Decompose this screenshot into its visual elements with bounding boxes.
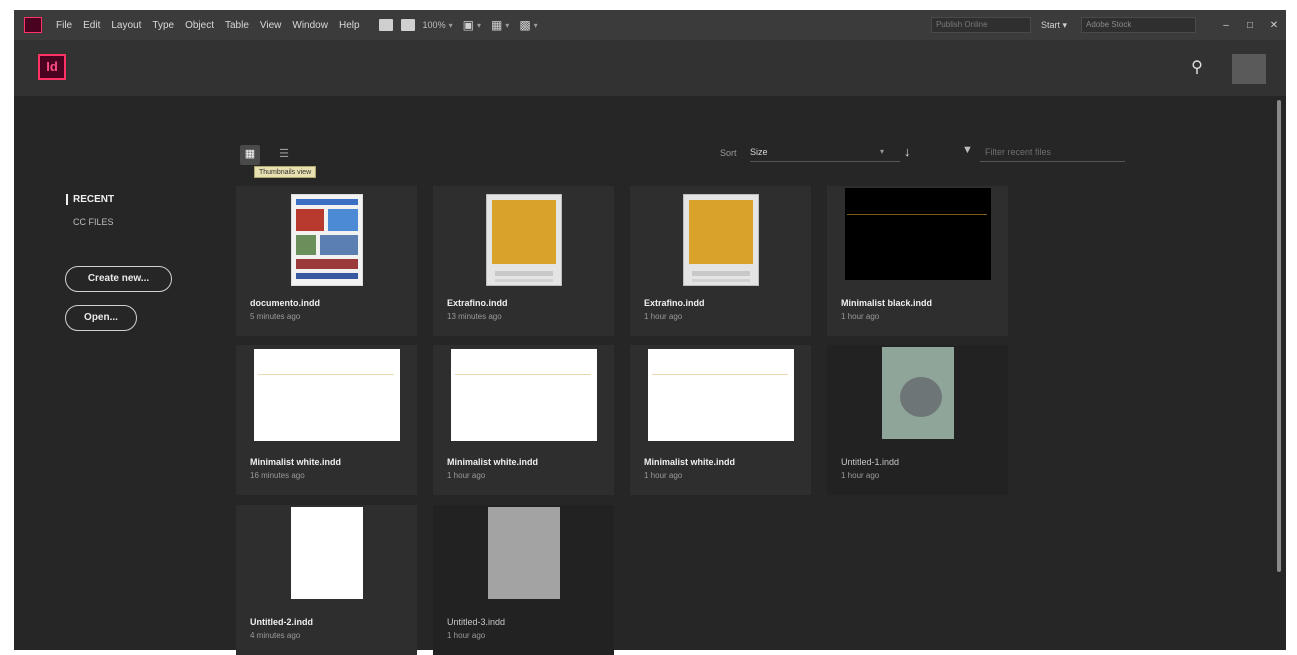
list-view-icon[interactable]: ☰ <box>274 145 294 165</box>
start-header: Id ⚲ <box>14 40 1286 96</box>
file-time: 1 hour ago <box>841 471 880 480</box>
view-options-dropdown-icon[interactable]: ▾ <box>477 21 481 30</box>
file-name: Minimalist white.indd <box>644 457 736 467</box>
file-name: Extrafino.indd <box>447 298 508 308</box>
sidebar-item-cc-files[interactable]: CC FILES <box>73 217 114 227</box>
file-time: 1 hour ago <box>447 471 486 480</box>
menu-edit[interactable]: Edit <box>83 20 100 31</box>
arrange-documents-icon[interactable]: ▩ <box>519 18 530 32</box>
file-thumbnail <box>450 349 597 441</box>
arrange-dropdown-icon[interactable]: ▾ <box>534 21 538 30</box>
file-time: 16 minutes ago <box>250 471 305 480</box>
file-card[interactable]: Minimalist white.indd 1 hour ago <box>433 345 614 495</box>
file-thumbnail <box>253 349 400 441</box>
file-card[interactable]: Untitled-3.indd 1 hour ago <box>433 505 614 655</box>
screen-mode-dropdown-icon[interactable]: ▾ <box>505 21 509 30</box>
file-name: Minimalist white.indd <box>447 457 539 467</box>
adobe-stock-search[interactable]: Adobe Stock <box>1081 17 1196 33</box>
file-thumbnail <box>487 507 560 599</box>
file-thumbnail <box>290 507 363 599</box>
search-icon[interactable]: ⚲ <box>1186 57 1208 79</box>
menu-help[interactable]: Help <box>339 20 360 31</box>
file-time: 1 hour ago <box>644 471 683 480</box>
menu-bar: File Edit Layout Type Object Table View … <box>14 10 1286 40</box>
file-name: Minimalist black.indd <box>841 298 933 308</box>
workspace-value: Start <box>1040 19 1060 30</box>
file-name: Untitled-3.indd <box>447 617 506 627</box>
file-card[interactable]: Untitled-1.indd 1 hour ago <box>827 345 1008 495</box>
sort-label: Sort <box>720 148 737 158</box>
app-menu-icon[interactable] <box>24 17 42 33</box>
view-tooltip: Thumbnails view <box>254 166 317 178</box>
minimize-button[interactable]: – <box>1214 20 1238 31</box>
menu-table[interactable]: Table <box>225 20 249 31</box>
menu-type[interactable]: Type <box>152 20 174 31</box>
close-button[interactable]: ✕ <box>1262 20 1286 31</box>
file-thumbnail <box>485 194 562 286</box>
filter-icon: ▼ <box>962 144 973 156</box>
zoom-level[interactable]: 100% <box>423 20 446 30</box>
file-name: Untitled-2.indd <box>250 617 313 627</box>
file-card[interactable]: Minimalist black.indd 1 hour ago <box>827 186 1008 336</box>
file-thumbnail <box>844 188 991 280</box>
file-card[interactable]: Extrafino.indd 1 hour ago <box>630 186 811 336</box>
filter-input[interactable]: Filter recent files <box>980 144 1125 162</box>
vertical-scrollbar[interactable] <box>1277 100 1281 572</box>
menu-layout[interactable]: Layout <box>111 20 141 31</box>
indesign-start-window: File Edit Layout Type Object Table View … <box>14 10 1286 655</box>
create-new-button[interactable]: Create new... <box>65 266 172 292</box>
file-time: 1 hour ago <box>447 631 486 640</box>
file-card[interactable]: Minimalist white.indd 16 minutes ago <box>236 345 417 495</box>
file-card[interactable]: Extrafino.indd 13 minutes ago <box>433 186 614 336</box>
sort-dropdown-icon[interactable]: ▾ <box>880 147 884 156</box>
view-options-icon[interactable]: ▣ <box>463 18 474 32</box>
workspace-select[interactable]: Start ▾ <box>1041 20 1067 31</box>
screen-mode-icon[interactable]: ▦ <box>491 18 502 32</box>
sort-select[interactable]: Size <box>750 144 900 162</box>
file-name: Extrafino.indd <box>644 298 705 308</box>
bridge-icon[interactable] <box>378 19 393 31</box>
avatar[interactable] <box>1232 54 1266 84</box>
file-thumbnail <box>647 349 794 441</box>
thumbnail-view-icon[interactable]: ▦ <box>240 145 260 165</box>
sort-direction-icon[interactable]: ↓ <box>904 144 911 159</box>
file-thumbnail <box>290 194 363 286</box>
file-card[interactable]: documento.indd 5 minutes ago <box>236 186 417 336</box>
maximize-button[interactable]: □ <box>1238 20 1262 31</box>
file-thumbnail <box>682 194 759 286</box>
file-time: 5 minutes ago <box>250 312 301 321</box>
file-card[interactable]: Untitled-2.indd 4 minutes ago <box>236 505 417 655</box>
menu-window[interactable]: Window <box>292 20 328 31</box>
file-card[interactable]: Minimalist white.indd 1 hour ago <box>630 345 811 495</box>
indesign-logo: Id <box>38 54 66 80</box>
zoom-dropdown-icon[interactable]: ▾ <box>449 21 453 30</box>
file-name: Untitled-1.indd <box>841 457 900 467</box>
menu-file[interactable]: File <box>56 20 72 31</box>
file-name: Minimalist white.indd <box>250 457 342 467</box>
menubar-right-group: Publish Online Start ▾ Adobe Stock – □ ✕ <box>930 10 1286 40</box>
file-time: 1 hour ago <box>841 312 880 321</box>
file-thumbnail <box>881 347 954 439</box>
menu-view[interactable]: View <box>260 20 282 31</box>
sidebar-item-recent[interactable]: RECENT <box>66 194 114 205</box>
menu-object[interactable]: Object <box>185 20 214 31</box>
file-name: documento.indd <box>250 298 320 308</box>
file-time: 4 minutes ago <box>250 631 301 640</box>
file-time: 13 minutes ago <box>447 312 502 321</box>
publish-online-field[interactable]: Publish Online <box>930 17 1031 33</box>
open-button[interactable]: Open... <box>65 305 137 331</box>
mini-bridge-icon[interactable] <box>400 19 415 31</box>
file-time: 1 hour ago <box>644 312 683 321</box>
